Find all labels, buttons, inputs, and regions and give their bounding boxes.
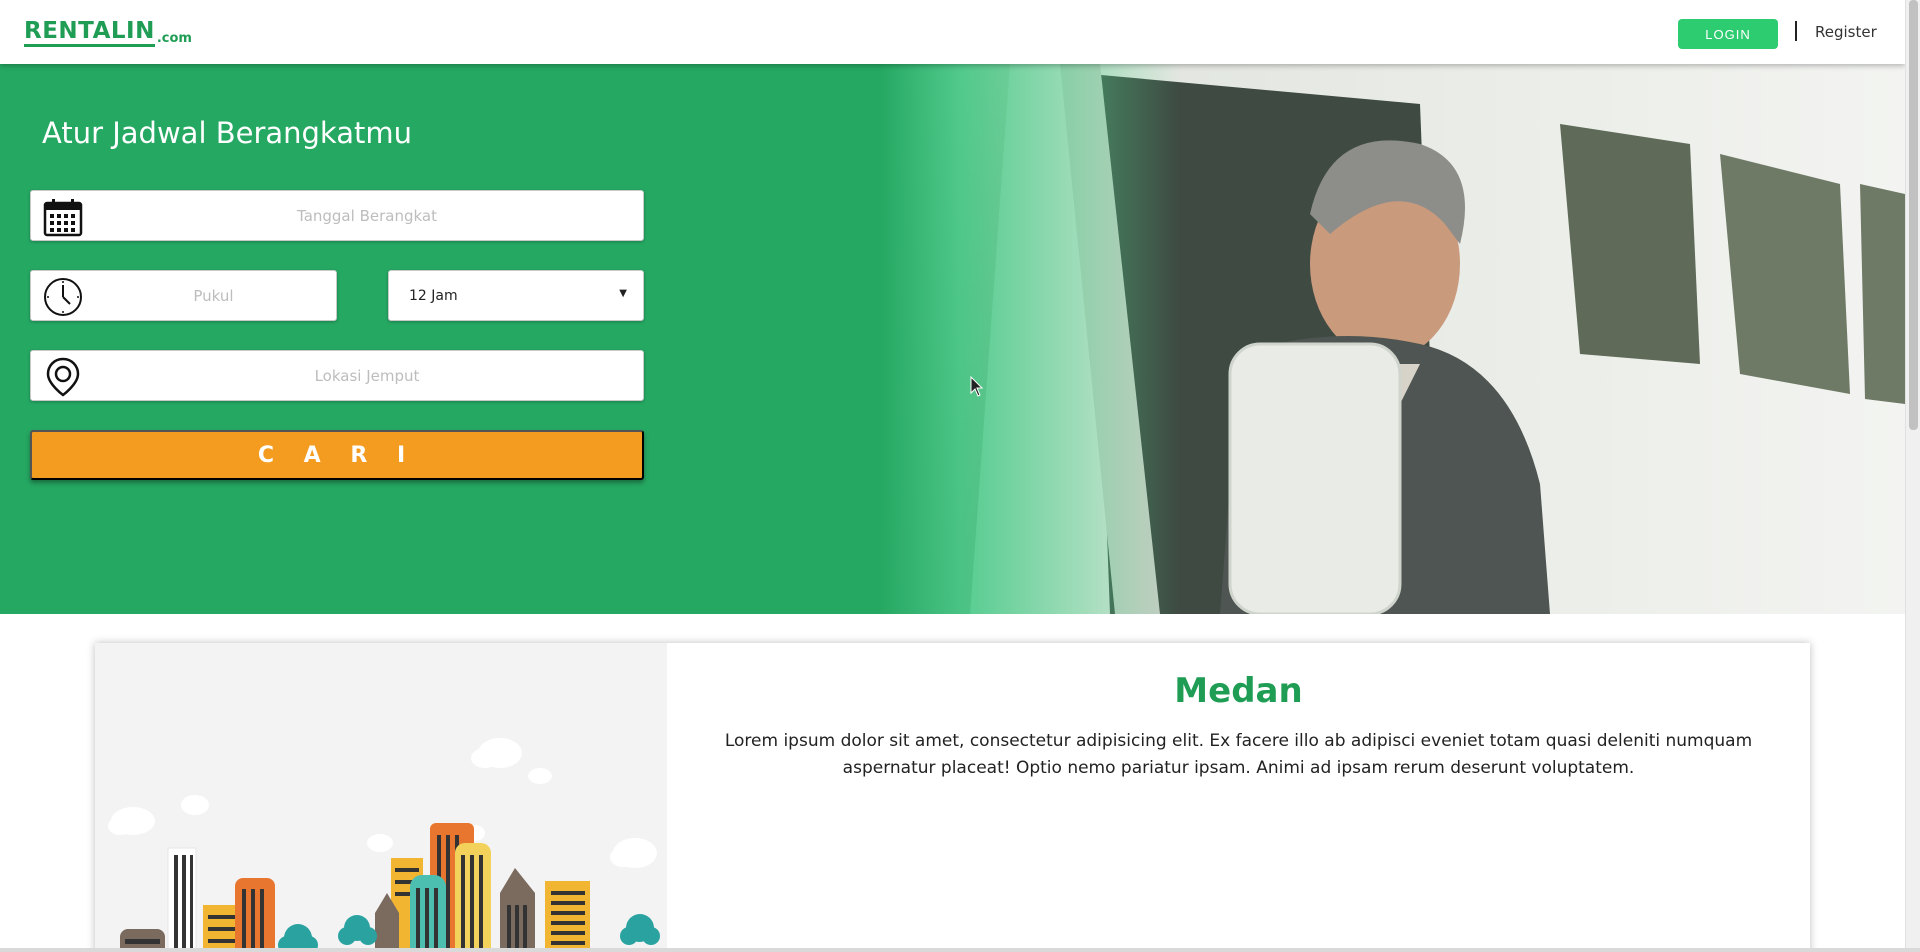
departure-date-field[interactable]: Tanggal Berangkat bbox=[30, 190, 644, 241]
mouse-cursor-icon bbox=[970, 376, 984, 397]
city-card[interactable]: Medan Lorem ipsum dolor sit amet, consec… bbox=[95, 643, 1810, 948]
location-pin-icon bbox=[46, 357, 80, 397]
city-description: Lorem ipsum dolor sit amet, consectetur … bbox=[724, 731, 1753, 778]
pickup-location-placeholder: Lokasi Jemput bbox=[314, 366, 420, 385]
register-link[interactable]: Register bbox=[1815, 23, 1877, 41]
scrollbar-thumb[interactable] bbox=[1909, 0, 1918, 430]
vertical-scrollbar[interactable] bbox=[1905, 0, 1920, 948]
search-button[interactable]: C A R I bbox=[30, 430, 644, 480]
hero-title: Atur Jadwal Berangkatmu bbox=[42, 116, 412, 150]
duration-selected-value: 12 Jam bbox=[409, 287, 458, 304]
dropdown-caret-icon: ▼ bbox=[619, 288, 627, 299]
page: RENTALIN .com LOGIN Register Atur Jadwal… bbox=[0, 0, 1905, 948]
time-field[interactable]: Pukul bbox=[30, 270, 337, 321]
duration-select[interactable]: 12 Jam ▼ bbox=[388, 270, 644, 321]
city-illustration bbox=[95, 643, 667, 948]
city-title: Medan bbox=[1174, 671, 1303, 711]
time-placeholder: Pukul bbox=[193, 286, 234, 305]
logo-main: RENTALIN bbox=[24, 18, 155, 47]
clock-icon bbox=[44, 278, 82, 316]
departure-date-placeholder: Tanggal Berangkat bbox=[297, 206, 437, 225]
logo[interactable]: RENTALIN .com bbox=[24, 18, 192, 47]
login-button[interactable]: LOGIN bbox=[1678, 19, 1778, 49]
navbar: RENTALIN .com LOGIN Register bbox=[0, 0, 1905, 64]
pickup-location-field[interactable]: Lokasi Jemput bbox=[30, 350, 644, 401]
nav-divider bbox=[1795, 21, 1797, 41]
hero-section: Atur Jadwal Berangkatmu Tanggal Berangka… bbox=[0, 64, 1905, 614]
logo-tld: .com bbox=[156, 31, 192, 46]
calendar-icon bbox=[43, 199, 83, 237]
